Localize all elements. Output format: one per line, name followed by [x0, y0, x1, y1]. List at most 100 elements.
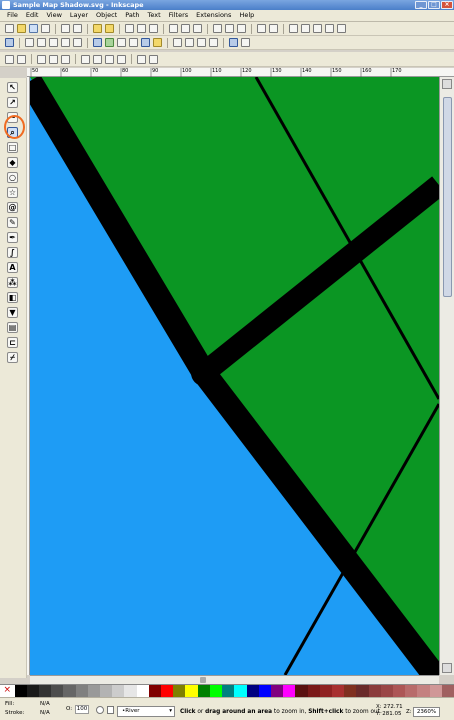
node-tool-icon[interactable]: ↗ [7, 97, 18, 108]
horizontal-scroll-thumb[interactable] [200, 677, 206, 683]
gradient-tool-icon[interactable]: ▤ [7, 322, 18, 333]
menu-filters[interactable]: Filters [166, 10, 191, 21]
snap-bbox-corners-icon[interactable] [49, 38, 58, 47]
color-swatch[interactable] [75, 685, 88, 697]
enable-snapping-icon[interactable] [5, 38, 14, 47]
color-swatch[interactable] [368, 685, 381, 697]
color-swatch[interactable] [246, 685, 259, 697]
zoom-drawing-icon[interactable] [181, 24, 190, 33]
text-tool-icon[interactable]: A [7, 262, 18, 273]
menu-extensions[interactable]: Extensions [193, 10, 234, 21]
color-swatch[interactable] [234, 685, 247, 697]
color-swatch[interactable] [417, 685, 430, 697]
zoom-page-fit-icon[interactable] [105, 54, 114, 64]
color-swatch[interactable] [136, 685, 149, 697]
vertical-scroll-thumb[interactable] [443, 97, 452, 297]
color-swatch[interactable] [392, 685, 406, 697]
new-document-icon[interactable] [5, 24, 14, 33]
color-swatch[interactable] [270, 685, 284, 697]
color-swatch[interactable] [441, 685, 454, 697]
color-swatch[interactable] [429, 685, 442, 697]
zoom-2-1-icon[interactable] [61, 54, 70, 64]
xml-editor-icon[interactable] [313, 24, 322, 33]
drawing-canvas[interactable] [30, 77, 439, 675]
color-swatch[interactable] [26, 685, 40, 697]
zoom-drawing-fit-icon[interactable] [93, 54, 102, 64]
snap-midpoints-icon[interactable] [153, 38, 162, 47]
menu-text[interactable]: Text [145, 10, 164, 21]
color-swatch[interactable] [295, 685, 308, 697]
color-swatch[interactable] [222, 685, 235, 697]
color-swatch[interactable] [209, 685, 223, 697]
menu-edit[interactable]: Edit [23, 10, 42, 21]
color-swatch[interactable] [307, 685, 320, 697]
group-icon[interactable] [257, 24, 266, 33]
zoom-out-icon[interactable] [17, 54, 26, 64]
pencil-tool-icon[interactable]: ✎ [7, 217, 18, 228]
color-swatch[interactable] [112, 685, 125, 697]
color-swatch[interactable] [51, 685, 64, 697]
color-swatch[interactable] [124, 685, 137, 697]
preferences-icon[interactable] [337, 24, 346, 33]
menu-layer[interactable]: Layer [67, 10, 91, 21]
color-swatch[interactable] [197, 685, 210, 697]
color-swatch[interactable] [173, 685, 186, 697]
zoom-level-field[interactable]: 2360% [413, 707, 440, 717]
undo-icon[interactable] [93, 24, 102, 33]
color-swatch[interactable] [100, 685, 113, 697]
menu-view[interactable]: View [43, 10, 64, 21]
copy-icon[interactable] [125, 24, 134, 33]
color-swatch[interactable] [405, 685, 418, 697]
zoom-in-icon[interactable] [5, 54, 14, 64]
maximize-button[interactable]: □ [428, 1, 440, 9]
color-swatch[interactable] [39, 685, 52, 697]
snap-bbox-centers-icon[interactable] [73, 38, 82, 47]
clone-icon[interactable] [225, 24, 234, 33]
color-swatch[interactable] [161, 685, 174, 697]
calligraphy-tool-icon[interactable]: ∫ [7, 247, 18, 258]
spiral-tool-icon[interactable]: @ [7, 202, 18, 213]
snap-grids-icon[interactable] [229, 38, 238, 47]
ellipse-tool-icon[interactable]: ○ [7, 172, 18, 183]
zoom-selection-fit-icon[interactable] [81, 54, 90, 64]
3d-box-tool-icon[interactable]: ◆ [7, 157, 18, 168]
fill-stroke-icon[interactable] [289, 24, 298, 33]
snap-text-baseline-icon[interactable] [197, 38, 206, 47]
zoom-page-icon[interactable] [193, 24, 202, 33]
dropper-tool-icon[interactable]: ⌿ [7, 352, 18, 363]
eraser-tool-icon[interactable]: ◧ [7, 292, 18, 303]
selector-tool-icon[interactable]: ↖ [7, 82, 18, 93]
horizontal-scrollbar[interactable] [30, 675, 439, 684]
zoom-page-width-icon[interactable] [117, 54, 126, 64]
menu-path[interactable]: Path [122, 10, 142, 21]
snap-rotation-centers-icon[interactable] [185, 38, 194, 47]
menu-object[interactable]: Object [93, 10, 120, 21]
vertical-scrollbar[interactable] [439, 77, 454, 675]
color-swatch[interactable] [87, 685, 101, 697]
color-swatch[interactable] [319, 685, 332, 697]
color-swatch[interactable] [331, 685, 345, 697]
paste-icon[interactable] [149, 24, 158, 33]
paint-bucket-tool-icon[interactable]: ▼ [7, 307, 18, 318]
menu-help[interactable]: Help [236, 10, 257, 21]
zoom-next-icon[interactable] [149, 54, 158, 64]
layer-visibility-icon[interactable] [96, 706, 104, 714]
import-icon[interactable] [61, 24, 70, 33]
text-font-icon[interactable] [301, 24, 310, 33]
duplicate-icon[interactable] [213, 24, 222, 33]
zoom-1-1-icon[interactable] [37, 54, 46, 64]
scroll-up-arrow[interactable] [442, 79, 452, 89]
snap-nodes-icon[interactable] [93, 38, 102, 47]
snap-intersections-icon[interactable] [117, 38, 126, 47]
close-button[interactable]: × [441, 1, 453, 9]
no-paint-swatch[interactable]: × [0, 685, 15, 697]
ungroup-icon[interactable] [269, 24, 278, 33]
stroke-value[interactable]: N/A [40, 710, 50, 716]
color-swatch[interactable] [14, 685, 27, 697]
open-file-icon[interactable] [17, 24, 26, 33]
layer-lock-icon[interactable] [107, 706, 114, 714]
color-swatch[interactable] [258, 685, 271, 697]
menu-file[interactable]: File [4, 10, 21, 21]
snap-paths-icon[interactable] [105, 38, 114, 47]
snap-page-border-icon[interactable] [209, 38, 218, 47]
